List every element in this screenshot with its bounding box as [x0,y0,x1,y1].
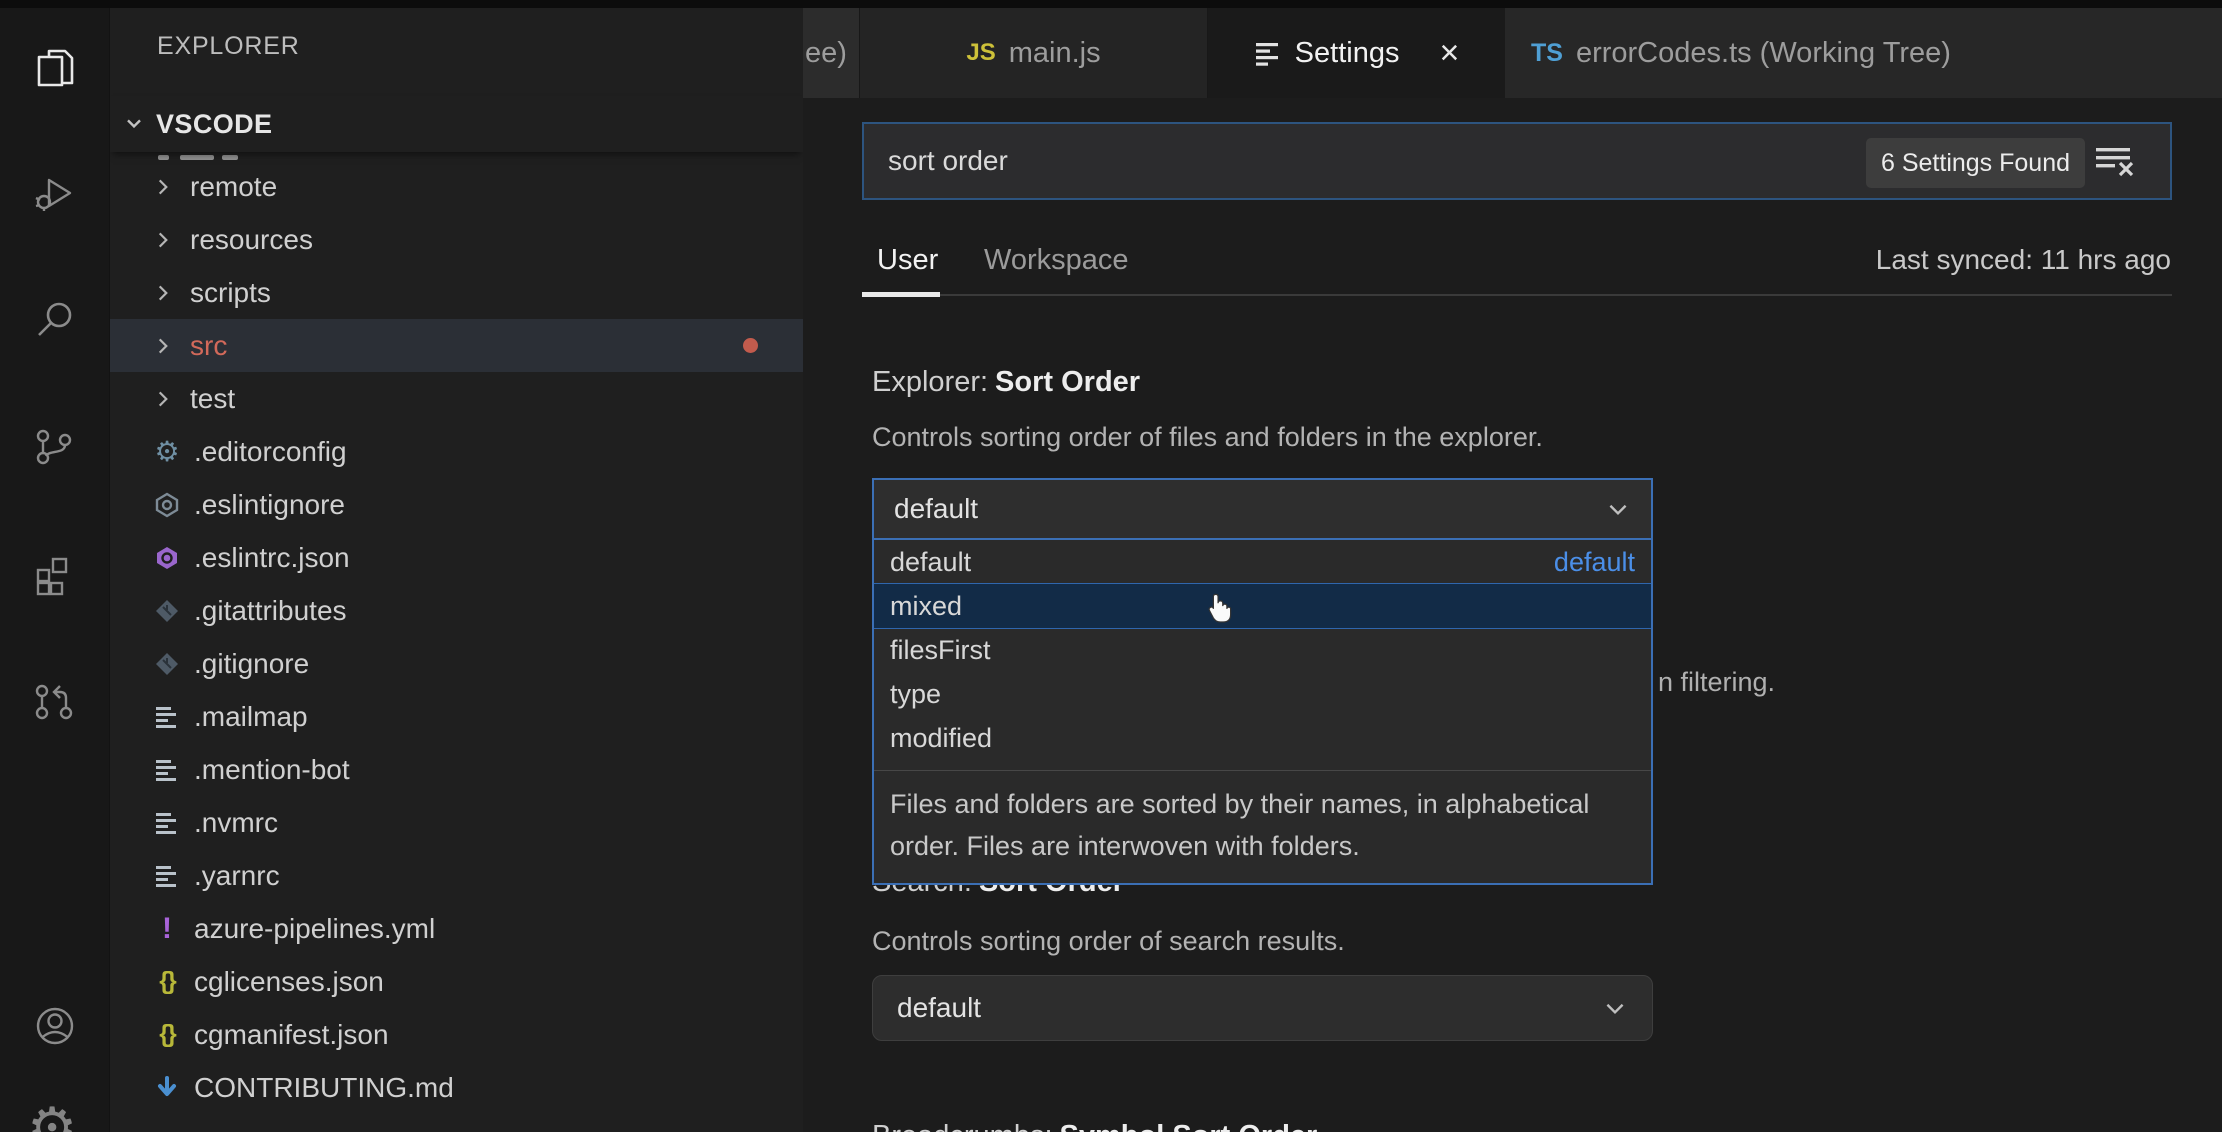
setting-description: Controls sorting order of files and fold… [872,422,1543,453]
clear-filters-icon[interactable] [2095,144,2137,182]
yaml-exclaim-icon: ! [152,914,182,944]
dropdown-option-description: Files and folders are sorted by their na… [874,771,1651,883]
section-header-vscode[interactable]: VSCODE [110,96,803,152]
dropdown-option-type[interactable]: type [874,672,1651,716]
tree-item-resources[interactable]: resources [110,213,803,266]
gear-file-icon: ⚙ [152,435,182,468]
section-label: VSCODE [156,109,272,140]
js-file-icon: JS [966,39,995,67]
default-value-tag: default [1554,547,1635,578]
chevron-right-icon [152,176,174,198]
tree-item-eslintignore[interactable]: .eslintignore [110,478,803,531]
setting-title-breadcrumbs-symbol-sort-order: Breadcrumbs:Symbol Sort Order [872,1120,1317,1132]
dropdown-option-filesFirst[interactable]: filesFirst [874,628,1651,672]
tree-item-mention-bot[interactable]: .mention-bot [110,743,803,796]
tab-scope-user[interactable]: User [877,244,938,277]
active-scope-underline [862,292,940,297]
tab-bar: ee) JS main.js Settings × TS errorCodes.… [803,8,2222,98]
chevron-down-icon [1605,496,1631,522]
chevron-right-icon [152,388,174,410]
json-braces-icon: { } [152,969,182,994]
explorer-sidebar: EXPLORER VSCODE remote resources scripts… [110,8,803,1132]
dropdown-option-default[interactable]: default default [874,540,1651,584]
chevron-right-icon [152,335,174,357]
editor-area: ee) JS main.js Settings × TS errorCodes.… [803,8,2222,1132]
hexagon-outline-icon [152,492,182,518]
accounts-icon[interactable] [31,1002,79,1050]
json-braces-icon: { } [152,1022,182,1047]
scope-tabs-divider [862,294,2172,296]
tree-item-editorconfig[interactable]: ⚙ .editorconfig [110,425,803,478]
chevron-down-icon [122,112,146,136]
setting-description: Controls sorting order of search results… [872,926,1345,957]
tab-scope-workspace[interactable]: Workspace [984,244,1129,277]
tree-item-nvmrc[interactable]: .nvmrc [110,796,803,849]
file-tree: remote resources scripts src test ⚙ . [110,160,803,1132]
markdown-arrow-icon [152,1075,182,1101]
config-lines-icon [152,810,182,836]
tree-item-gitattributes[interactable]: .gitattributes [110,584,803,637]
settings-gear-icon[interactable]: ⚙ [27,1100,77,1132]
sort-order-dropdown: default default mixed filesFirst type mo… [872,540,1653,885]
config-lines-icon [152,757,182,783]
tab-errorcodes[interactable]: TS errorCodes.ts (Working Tree) [1505,8,2222,98]
tab-settings[interactable]: Settings × [1208,8,1505,98]
activity-bar: ⚙ [0,8,110,1132]
tree-item-remote[interactable]: remote [110,160,803,213]
vscode-window: ⚙ EXPLORER VSCODE remote resources scrip… [0,0,2222,1132]
tree-item-clipped-bottom[interactable] [110,1114,803,1132]
chevron-down-icon [1602,995,1628,1021]
settings-editor-icon [1254,40,1281,67]
chevron-right-icon [152,229,174,251]
tree-item-gitignore[interactable]: .gitignore [110,637,803,690]
tree-item-mailmap[interactable]: .mailmap [110,690,803,743]
sidebar-title: EXPLORER [157,32,300,61]
github-pull-requests-icon[interactable] [31,678,79,726]
tree-item-src[interactable]: src [110,319,803,372]
tree-item-test[interactable]: test [110,372,803,425]
last-synced-label: Last synced: 11 hrs ago [1876,244,2171,276]
config-lines-icon [152,863,182,889]
extensions-icon[interactable] [31,551,79,599]
tab-partial[interactable]: ee) [803,8,860,98]
tree-item-cgmanifest[interactable]: { } cgmanifest.json [110,1008,803,1061]
dropdown-option-mixed[interactable]: mixed [874,583,1651,629]
explorer-sort-order-select[interactable]: default [872,478,1653,540]
results-count-badge: 6 Settings Found [1866,138,2085,188]
config-lines-icon [152,704,182,730]
mouse-cursor-hand [1204,590,1234,624]
explorer-icon[interactable] [31,43,79,91]
tree-item-cglicenses[interactable]: { } cglicenses.json [110,955,803,1008]
search-icon[interactable] [31,296,79,344]
chevron-right-icon [152,282,174,304]
dropdown-option-modified[interactable]: modified [874,716,1651,760]
tree-item-contributing[interactable]: CONTRIBUTING.md [110,1061,803,1114]
hexagon-purple-icon [152,545,182,571]
obscured-setting-text-fragment: n filtering. [1658,667,1775,698]
search-sort-order-select[interactable]: default [872,975,1653,1041]
window-top-strip [0,0,2222,8]
git-diamond-icon [152,598,182,624]
tab-mainjs[interactable]: JS main.js [860,8,1208,98]
setting-title-explorer-sort-order: Explorer:Sort Order [872,366,1140,399]
tree-item-eslintrc[interactable]: .eslintrc.json [110,531,803,584]
ts-file-icon: TS [1531,39,1563,68]
close-icon[interactable]: × [1439,36,1459,70]
clipped-red-file-icon [152,1114,182,1132]
git-modified-dot [743,338,758,353]
source-control-icon[interactable] [31,423,79,471]
run-and-debug-icon[interactable] [31,171,79,219]
tree-item-azure-pipelines[interactable]: ! azure-pipelines.yml [110,902,803,955]
tree-item-yarnrc[interactable]: .yarnrc [110,849,803,902]
git-diamond-icon [152,651,182,677]
tree-item-scripts[interactable]: scripts [110,266,803,319]
